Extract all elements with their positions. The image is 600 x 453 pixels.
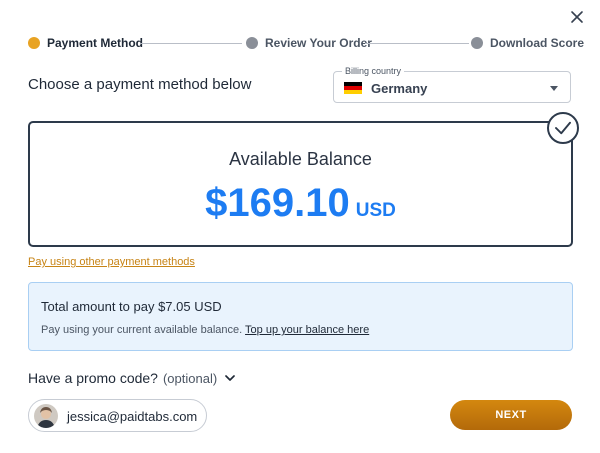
step-pending-dot-icon <box>471 37 483 49</box>
step-label: Review Your Order <box>265 36 372 50</box>
step-download-score: Download Score <box>471 36 584 50</box>
user-email: jessica@paidtabs.com <box>67 409 198 424</box>
avatar <box>34 404 58 428</box>
checkout-stepper: Payment Method Review Your Order Downloa… <box>28 36 584 50</box>
chevron-down-icon <box>225 374 236 381</box>
step-label: Payment Method <box>47 36 144 50</box>
user-account-chip[interactable]: jessica@paidtabs.com <box>28 399 207 432</box>
step-review-order: Review Your Order <box>246 36 372 50</box>
payment-heading: Choose a payment method below <box>28 76 252 93</box>
promo-code-toggle[interactable]: Have a promo code? (optional) <box>28 370 236 386</box>
balance-title: Available Balance <box>229 149 372 169</box>
balance-amount: $169.10 USD <box>30 181 571 226</box>
balance-value: $169.10 <box>205 181 350 225</box>
germany-flag-icon <box>344 82 362 94</box>
step-label: Download Score <box>490 36 585 50</box>
step-pending-dot-icon <box>246 37 258 49</box>
checkmark-icon <box>547 112 579 144</box>
total-amount-panel: Total amount to pay $7.05 USD Pay using … <box>28 282 573 351</box>
billing-country-label: Billing country <box>342 66 405 76</box>
available-balance-card[interactable]: Available Balance $169.10 USD <box>28 121 573 247</box>
balance-note: Pay using your current available balance… <box>41 324 369 336</box>
next-button[interactable]: NEXT <box>450 400 572 430</box>
balance-note-text: Pay using your current available balance… <box>41 324 243 336</box>
promo-label: Have a promo code? <box>28 370 158 386</box>
close-icon[interactable] <box>568 8 586 26</box>
other-payment-methods-link[interactable]: Pay using other payment methods <box>28 256 195 268</box>
billing-country-value: Germany <box>371 81 428 96</box>
total-amount-text: Total amount to pay $7.05 USD <box>41 299 222 314</box>
balance-currency: USD <box>355 200 396 221</box>
step-active-dot-icon <box>28 37 40 49</box>
step-payment-method: Payment Method <box>28 36 143 50</box>
chevron-down-icon <box>550 86 558 91</box>
step-connector <box>140 43 242 44</box>
billing-country-select[interactable]: Billing country Germany <box>333 66 571 103</box>
top-up-balance-link[interactable]: Top up your balance here <box>245 324 369 336</box>
promo-optional-label: (optional) <box>162 370 218 386</box>
step-connector <box>365 43 469 44</box>
